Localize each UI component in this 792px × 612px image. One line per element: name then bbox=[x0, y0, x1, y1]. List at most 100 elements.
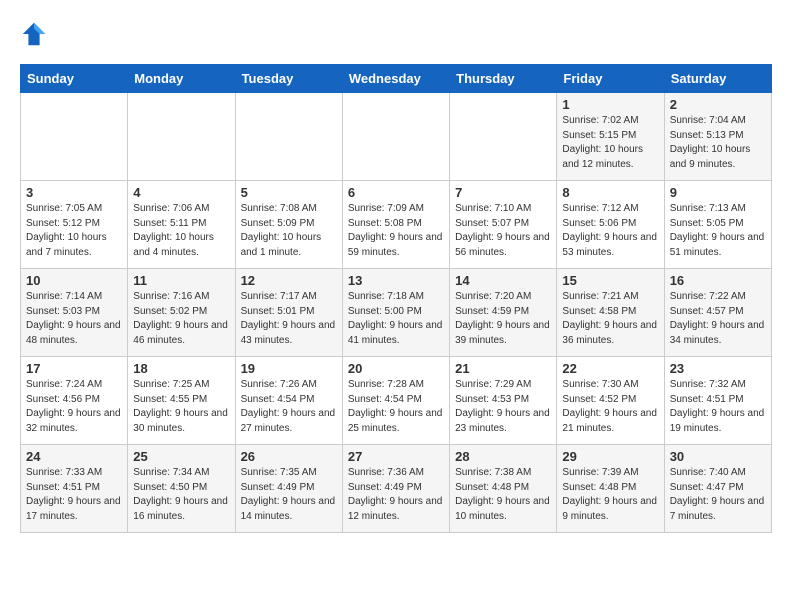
day-info: Sunrise: 7:35 AM Sunset: 4:49 PM Dayligh… bbox=[241, 466, 337, 524]
day-number: 30 bbox=[670, 449, 766, 464]
weekday-header: Sunday bbox=[21, 65, 128, 93]
calendar-cell: 5 Sunrise: 7:08 AM Sunset: 5:09 PM Daylig… bbox=[235, 181, 342, 269]
calendar-cell: 25 Sunrise: 7:34 AM Sunset: 4:50 PM Dayli… bbox=[128, 445, 235, 533]
calendar-cell: 18 Sunrise: 7:25 AM Sunset: 4:55 PM Dayli… bbox=[128, 357, 235, 445]
weekday-header: Saturday bbox=[664, 65, 771, 93]
day-info: Sunrise: 7:12 AM Sunset: 5:06 PM Dayligh… bbox=[562, 202, 658, 260]
day-number: 9 bbox=[670, 185, 766, 200]
page-header bbox=[20, 20, 772, 48]
day-number: 28 bbox=[455, 449, 551, 464]
day-number: 5 bbox=[241, 185, 337, 200]
calendar-cell: 22Sunrise: 7:30 AM Sunset: 4:52 PM Dayli… bbox=[557, 357, 664, 445]
calendar-week-row: 3 Sunrise: 7:05 AM Sunset: 5:12 PM Daylig… bbox=[21, 181, 772, 269]
calendar-header: SundayMondayTuesdayWednesdayThursdayFrid… bbox=[21, 65, 772, 93]
day-info: Sunrise: 7:22 AM Sunset: 4:57 PM Dayligh… bbox=[670, 290, 766, 348]
calendar-body: 1 Sunrise: 7:02 AM Sunset: 5:15 PM Daylig… bbox=[21, 93, 772, 533]
day-info: Sunrise: 7:40 AM Sunset: 4:47 PM Dayligh… bbox=[670, 466, 766, 524]
calendar-cell: 28 Sunrise: 7:38 AM Sunset: 4:48 PM Dayli… bbox=[450, 445, 557, 533]
day-number: 15 bbox=[562, 273, 658, 288]
day-number: 26 bbox=[241, 449, 337, 464]
day-info: Sunrise: 7:08 AM Sunset: 5:09 PM Dayligh… bbox=[241, 202, 337, 260]
calendar-cell bbox=[450, 93, 557, 181]
calendar-cell: 14 Sunrise: 7:20 AM Sunset: 4:59 PM Dayli… bbox=[450, 269, 557, 357]
calendar-cell: 19Sunrise: 7:26 AM Sunset: 4:54 PM Dayli… bbox=[235, 357, 342, 445]
day-number: 18 bbox=[133, 361, 229, 376]
calendar-cell: 11Sunrise: 7:16 AM Sunset: 5:02 PM Dayli… bbox=[128, 269, 235, 357]
day-info: Sunrise: 7:25 AM Sunset: 4:55 PM Dayligh… bbox=[133, 378, 229, 436]
calendar-cell: 21 Sunrise: 7:29 AM Sunset: 4:53 PM Dayli… bbox=[450, 357, 557, 445]
day-info: Sunrise: 7:04 AM Sunset: 5:13 PM Dayligh… bbox=[670, 114, 766, 172]
day-info: Sunrise: 7:17 AM Sunset: 5:01 PM Dayligh… bbox=[241, 290, 337, 348]
calendar-cell: 10Sunrise: 7:14 AM Sunset: 5:03 PM Dayli… bbox=[21, 269, 128, 357]
day-number: 20 bbox=[348, 361, 444, 376]
day-info: Sunrise: 7:13 AM Sunset: 5:05 PM Dayligh… bbox=[670, 202, 766, 260]
calendar-cell: 26 Sunrise: 7:35 AM Sunset: 4:49 PM Dayli… bbox=[235, 445, 342, 533]
day-number: 3 bbox=[26, 185, 122, 200]
calendar-cell: 6 Sunrise: 7:09 AM Sunset: 5:08 PM Daylig… bbox=[342, 181, 449, 269]
day-number: 23 bbox=[670, 361, 766, 376]
day-number: 14 bbox=[455, 273, 551, 288]
calendar-week-row: 1 Sunrise: 7:02 AM Sunset: 5:15 PM Daylig… bbox=[21, 93, 772, 181]
day-number: 2 bbox=[670, 97, 766, 112]
day-info: Sunrise: 7:10 AM Sunset: 5:07 PM Dayligh… bbox=[455, 202, 551, 260]
calendar-cell: 3 Sunrise: 7:05 AM Sunset: 5:12 PM Daylig… bbox=[21, 181, 128, 269]
logo bbox=[20, 20, 54, 48]
calendar-cell: 2 Sunrise: 7:04 AM Sunset: 5:13 PM Daylig… bbox=[664, 93, 771, 181]
calendar-cell: 17Sunrise: 7:24 AM Sunset: 4:56 PM Dayli… bbox=[21, 357, 128, 445]
calendar-table: SundayMondayTuesdayWednesdayThursdayFrid… bbox=[20, 64, 772, 533]
calendar-week-row: 24 Sunrise: 7:33 AM Sunset: 4:51 PM Dayli… bbox=[21, 445, 772, 533]
calendar-cell: 9 Sunrise: 7:13 AM Sunset: 5:05 PM Daylig… bbox=[664, 181, 771, 269]
day-info: Sunrise: 7:09 AM Sunset: 5:08 PM Dayligh… bbox=[348, 202, 444, 260]
day-number: 24 bbox=[26, 449, 122, 464]
calendar-cell: 12 Sunrise: 7:17 AM Sunset: 5:01 PM Dayli… bbox=[235, 269, 342, 357]
calendar-cell bbox=[235, 93, 342, 181]
calendar-week-row: 17Sunrise: 7:24 AM Sunset: 4:56 PM Dayli… bbox=[21, 357, 772, 445]
day-number: 6 bbox=[348, 185, 444, 200]
calendar-cell: 15 Sunrise: 7:21 AM Sunset: 4:58 PM Dayli… bbox=[557, 269, 664, 357]
day-info: Sunrise: 7:30 AM Sunset: 4:52 PM Dayligh… bbox=[562, 378, 658, 436]
day-number: 29 bbox=[562, 449, 658, 464]
day-info: Sunrise: 7:39 AM Sunset: 4:48 PM Dayligh… bbox=[562, 466, 658, 524]
day-info: Sunrise: 7:34 AM Sunset: 4:50 PM Dayligh… bbox=[133, 466, 229, 524]
day-info: Sunrise: 7:28 AM Sunset: 4:54 PM Dayligh… bbox=[348, 378, 444, 436]
weekday-row: SundayMondayTuesdayWednesdayThursdayFrid… bbox=[21, 65, 772, 93]
day-number: 4 bbox=[133, 185, 229, 200]
day-info: Sunrise: 7:06 AM Sunset: 5:11 PM Dayligh… bbox=[133, 202, 229, 260]
day-info: Sunrise: 7:38 AM Sunset: 4:48 PM Dayligh… bbox=[455, 466, 551, 524]
day-number: 27 bbox=[348, 449, 444, 464]
day-number: 21 bbox=[455, 361, 551, 376]
calendar-cell: 13Sunrise: 7:18 AM Sunset: 5:00 PM Dayli… bbox=[342, 269, 449, 357]
day-info: Sunrise: 7:16 AM Sunset: 5:02 PM Dayligh… bbox=[133, 290, 229, 348]
day-info: Sunrise: 7:29 AM Sunset: 4:53 PM Dayligh… bbox=[455, 378, 551, 436]
day-number: 8 bbox=[562, 185, 658, 200]
day-info: Sunrise: 7:20 AM Sunset: 4:59 PM Dayligh… bbox=[455, 290, 551, 348]
day-info: Sunrise: 7:36 AM Sunset: 4:49 PM Dayligh… bbox=[348, 466, 444, 524]
day-info: Sunrise: 7:24 AM Sunset: 4:56 PM Dayligh… bbox=[26, 378, 122, 436]
weekday-header: Friday bbox=[557, 65, 664, 93]
day-number: 1 bbox=[562, 97, 658, 112]
weekday-header: Monday bbox=[128, 65, 235, 93]
day-info: Sunrise: 7:26 AM Sunset: 4:54 PM Dayligh… bbox=[241, 378, 337, 436]
day-number: 12 bbox=[241, 273, 337, 288]
calendar-cell: 4 Sunrise: 7:06 AM Sunset: 5:11 PM Daylig… bbox=[128, 181, 235, 269]
calendar-cell: 27 Sunrise: 7:36 AM Sunset: 4:49 PM Dayli… bbox=[342, 445, 449, 533]
day-info: Sunrise: 7:21 AM Sunset: 4:58 PM Dayligh… bbox=[562, 290, 658, 348]
weekday-header: Thursday bbox=[450, 65, 557, 93]
day-number: 7 bbox=[455, 185, 551, 200]
calendar-cell: 30 Sunrise: 7:40 AM Sunset: 4:47 PM Dayli… bbox=[664, 445, 771, 533]
calendar-cell: 1 Sunrise: 7:02 AM Sunset: 5:15 PM Daylig… bbox=[557, 93, 664, 181]
calendar-cell: 24 Sunrise: 7:33 AM Sunset: 4:51 PM Dayli… bbox=[21, 445, 128, 533]
day-number: 25 bbox=[133, 449, 229, 464]
day-number: 13 bbox=[348, 273, 444, 288]
day-info: Sunrise: 7:33 AM Sunset: 4:51 PM Dayligh… bbox=[26, 466, 122, 524]
calendar-cell bbox=[342, 93, 449, 181]
calendar-week-row: 10Sunrise: 7:14 AM Sunset: 5:03 PM Dayli… bbox=[21, 269, 772, 357]
calendar-cell: 16Sunrise: 7:22 AM Sunset: 4:57 PM Dayli… bbox=[664, 269, 771, 357]
day-info: Sunrise: 7:05 AM Sunset: 5:12 PM Dayligh… bbox=[26, 202, 122, 260]
calendar-cell bbox=[21, 93, 128, 181]
day-info: Sunrise: 7:02 AM Sunset: 5:15 PM Dayligh… bbox=[562, 114, 658, 172]
calendar-cell: 8 Sunrise: 7:12 AM Sunset: 5:06 PM Daylig… bbox=[557, 181, 664, 269]
calendar-cell: 23Sunrise: 7:32 AM Sunset: 4:51 PM Dayli… bbox=[664, 357, 771, 445]
weekday-header: Tuesday bbox=[235, 65, 342, 93]
calendar-cell bbox=[128, 93, 235, 181]
